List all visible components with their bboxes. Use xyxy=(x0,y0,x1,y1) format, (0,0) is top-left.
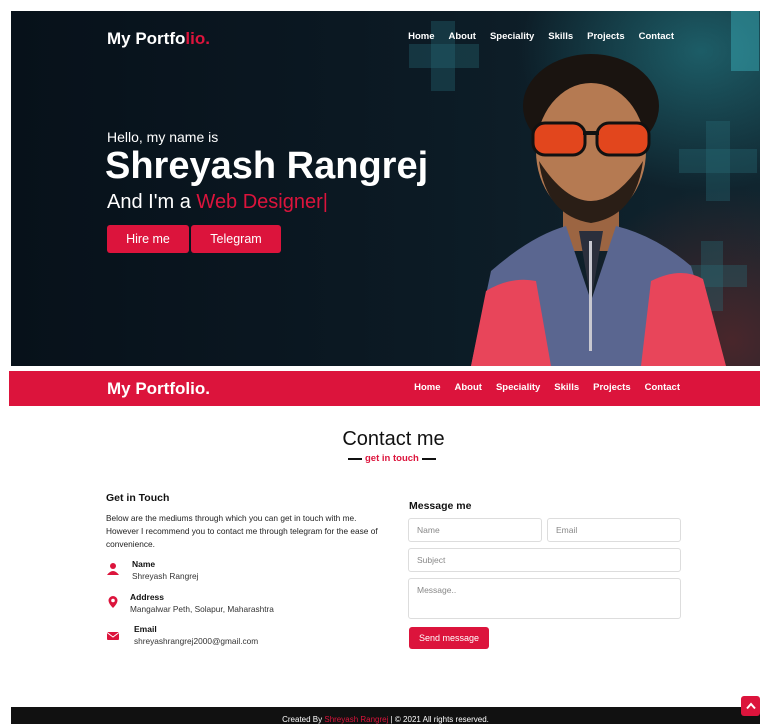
footer-prefix: Created By xyxy=(282,715,325,724)
hero-role: And I'm a Web Designer| xyxy=(107,191,328,214)
divider xyxy=(348,457,362,460)
nav-about[interactable]: About xyxy=(449,31,476,42)
subtitle-text: get in touch xyxy=(365,453,419,464)
send-message-button[interactable]: Send message xyxy=(409,627,489,649)
info-value-name: Shreyash Rangrej xyxy=(132,571,199,581)
hero-name: Shreyash Rangrej xyxy=(105,145,429,187)
email-field[interactable] xyxy=(547,518,681,542)
hire-me-button[interactable]: Hire me xyxy=(107,225,189,253)
contact-subtitle: get in touch xyxy=(348,453,436,464)
info-label-name: Name xyxy=(132,559,156,569)
chevron-up-icon xyxy=(745,702,756,710)
navbar-projects[interactable]: Projects xyxy=(593,382,631,393)
hero-section: My Portfolio. Home About Speciality Skil… xyxy=(11,11,760,366)
navbar-contact[interactable]: Contact xyxy=(645,382,680,393)
navbar-brand-logo[interactable]: My Portfolio. xyxy=(107,379,210,399)
info-value-email: shreyashrangrej2000@gmail.com xyxy=(134,636,259,646)
navbar-home[interactable]: Home xyxy=(414,382,440,393)
footer: Created By Shreyash Rangrej | © 2021 All… xyxy=(11,707,760,724)
footer-author-link[interactable]: Shreyash Rangrej xyxy=(324,715,388,724)
subject-field[interactable] xyxy=(408,548,681,572)
info-label-email: Email xyxy=(134,624,157,634)
navbar-skills[interactable]: Skills xyxy=(554,382,579,393)
user-icon xyxy=(107,563,119,575)
get-in-touch-description: Below are the mediums through which you … xyxy=(106,513,378,549)
footer-copyright: | © 2021 All rights reserved. xyxy=(388,715,489,724)
message-me-title: Message me xyxy=(409,500,472,512)
nav-home[interactable]: Home xyxy=(408,31,434,42)
map-marker-icon xyxy=(108,596,118,608)
info-value-address: Mangalwar Peth, Solapur, Maharashtra xyxy=(130,604,274,614)
envelope-icon xyxy=(106,632,120,640)
info-label-address: Address xyxy=(130,592,165,602)
contact-title: Contact me xyxy=(342,428,445,450)
role-prefix: And I'm a xyxy=(107,191,197,213)
divider xyxy=(421,457,436,460)
hero-brand-logo[interactable]: My Portfolio. xyxy=(107,29,210,49)
scroll-top-button[interactable] xyxy=(741,696,760,716)
navbar-menu: Home About Speciality Skills Projects Co… xyxy=(414,382,680,393)
brand-text: My Portfo xyxy=(107,29,186,48)
hero-nav: Home About Speciality Skills Projects Co… xyxy=(408,31,674,42)
navbar: My Portfolio. Home About Speciality Skil… xyxy=(9,371,760,406)
nav-projects[interactable]: Projects xyxy=(587,31,625,42)
hero-greeting: Hello, my name is xyxy=(107,129,219,145)
navbar-speciality[interactable]: Speciality xyxy=(496,382,540,393)
message-field[interactable] xyxy=(408,578,681,619)
name-field[interactable] xyxy=(408,518,542,542)
footer-text: Created By Shreyash Rangrej | © 2021 All… xyxy=(11,715,760,724)
nav-speciality[interactable]: Speciality xyxy=(490,31,534,42)
profile-photo xyxy=(471,54,726,366)
telegram-button[interactable]: Telegram xyxy=(191,225,281,253)
nav-skills[interactable]: Skills xyxy=(548,31,573,42)
brand-accent-text: lio. xyxy=(185,29,210,48)
nav-contact[interactable]: Contact xyxy=(639,31,674,42)
role-typed-text: Web Designer| xyxy=(196,191,328,213)
navbar-about[interactable]: About xyxy=(455,382,482,393)
get-in-touch-title: Get in Touch xyxy=(106,492,170,504)
